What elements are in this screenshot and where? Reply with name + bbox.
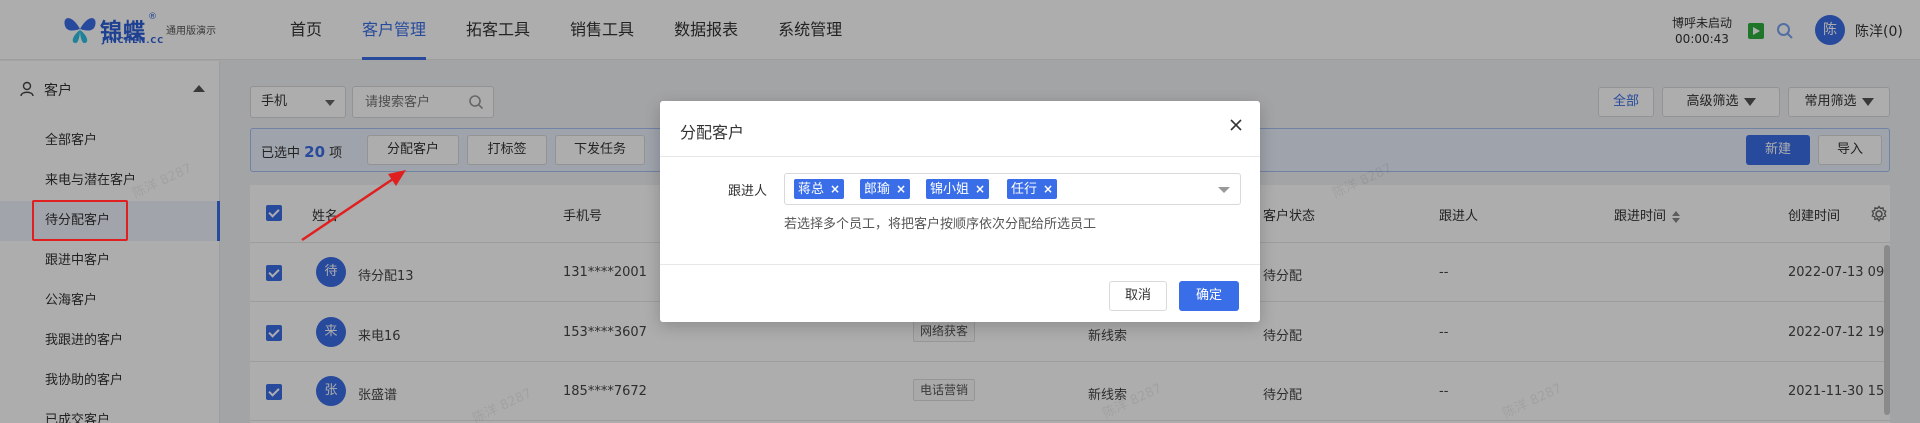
chevron-down-icon[interactable] [1218, 187, 1230, 193]
cancel-button[interactable]: 取消 [1109, 281, 1167, 311]
close-icon[interactable] [1228, 117, 1244, 133]
chip-remove-icon[interactable]: × [830, 182, 840, 196]
assign-customer-dialog: 分配客户 跟进人 蒋总 × 郎瑜 × 锦小姐 × 任行 × 若选择多个员工，将把客户按顺… [660, 101, 1260, 322]
follower-chip: 蒋总 × [794, 179, 845, 199]
divider [660, 264, 1260, 265]
follower-chip: 锦小姐 × [926, 179, 990, 199]
chip-remove-icon[interactable]: × [896, 182, 906, 196]
chip-label: 锦小姐 [930, 182, 970, 197]
follower-multiselect[interactable]: 蒋总 × 郎瑜 × 锦小姐 × 任行 × [784, 173, 1241, 205]
chip-label: 任行 [1011, 182, 1038, 197]
follower-chip: 郎瑜 × [860, 179, 911, 199]
chip-remove-icon[interactable]: × [1043, 182, 1053, 196]
assign-hint: 若选择多个员工，将把客户按顺序依次分配给所选员工 [784, 217, 1097, 232]
chip-remove-icon[interactable]: × [975, 182, 985, 196]
follower-chip: 任行 × [1007, 179, 1058, 199]
chip-label: 蒋总 [798, 182, 825, 197]
divider [660, 156, 1260, 157]
follower-label: 跟进人 [728, 184, 768, 199]
highlight-box [32, 200, 128, 241]
dialog-title: 分配客户 [680, 123, 745, 142]
chip-label: 郎瑜 [864, 182, 891, 197]
confirm-button[interactable]: 确定 [1179, 281, 1239, 311]
